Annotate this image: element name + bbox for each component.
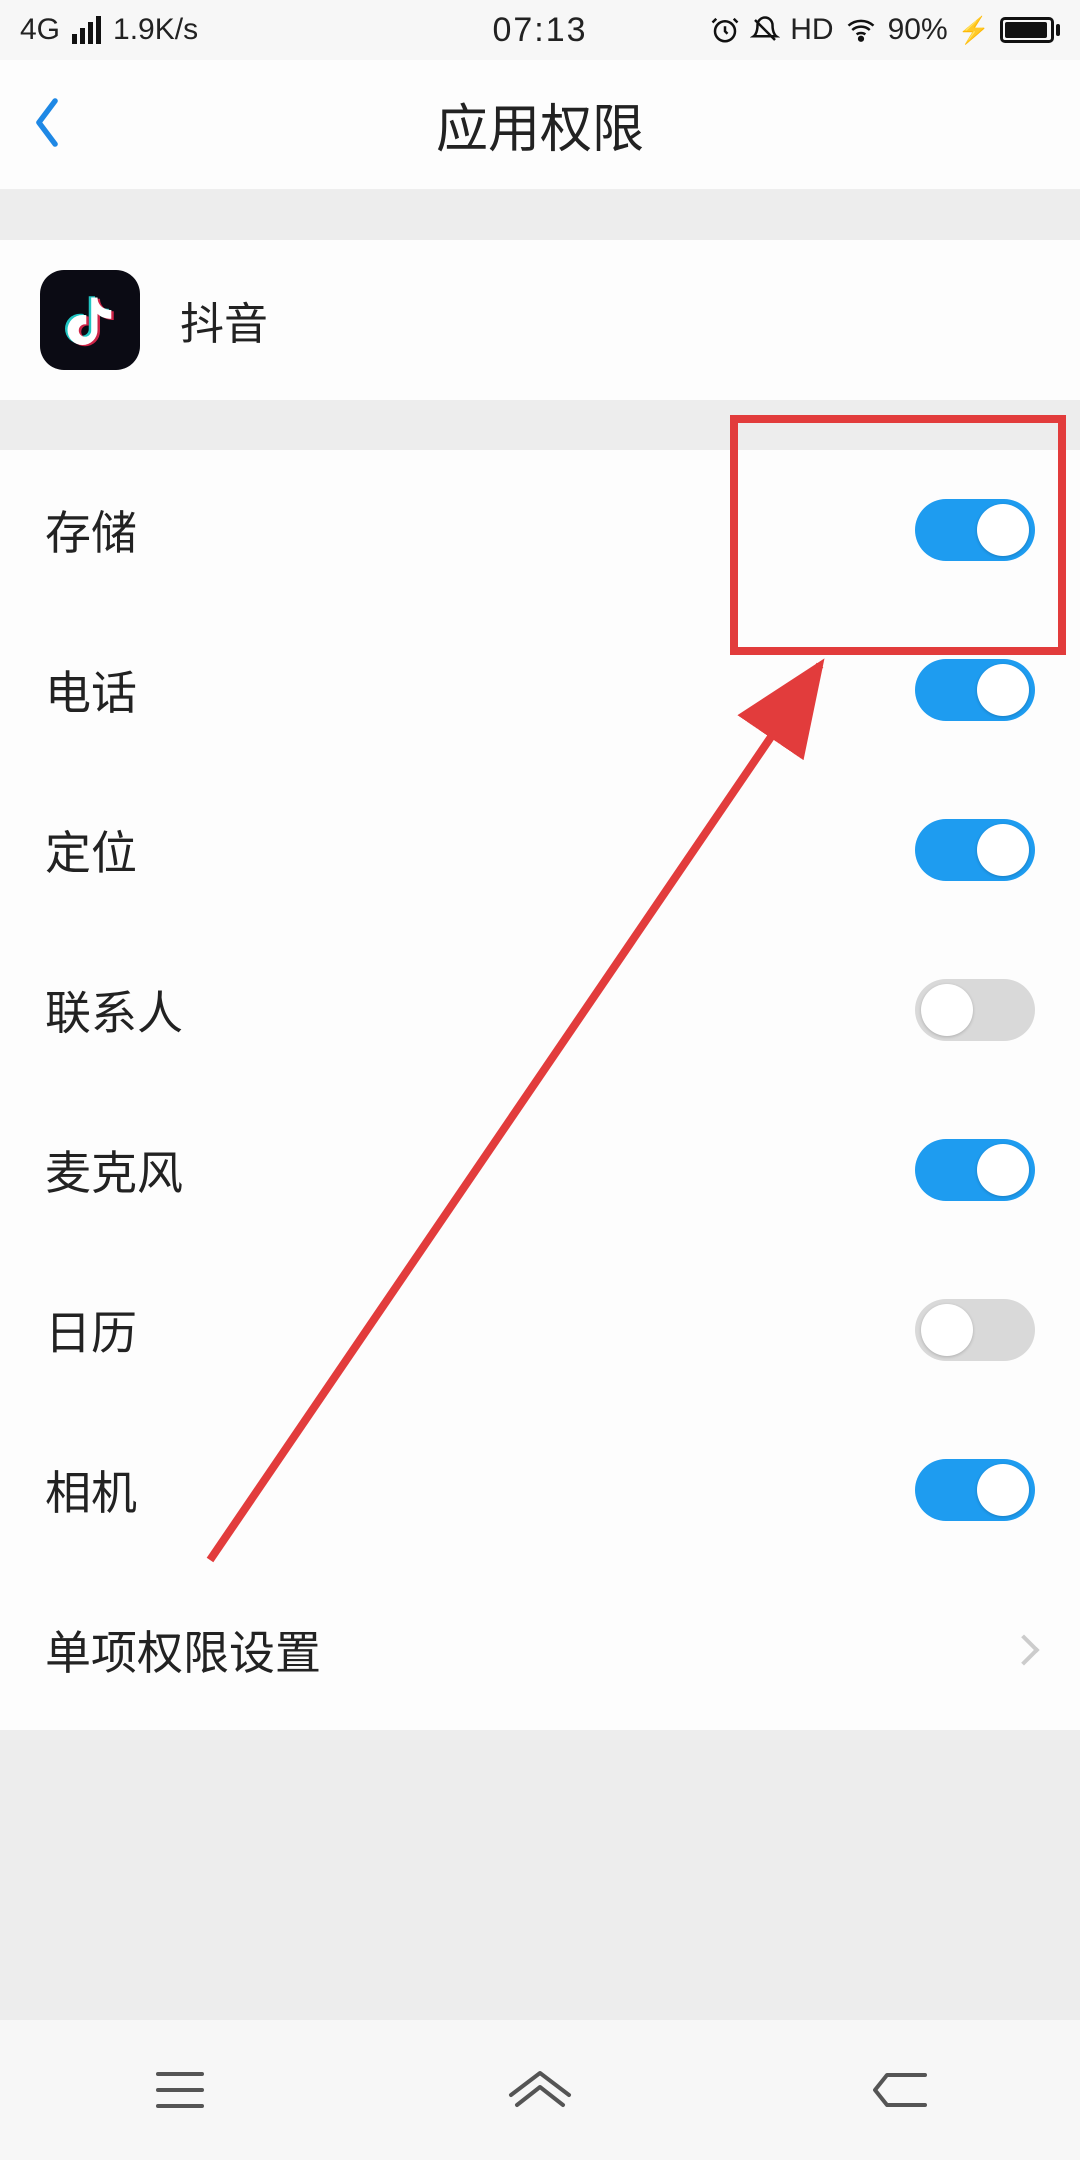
- section-gap: [0, 400, 1080, 450]
- permission-row-location: 定位: [0, 770, 1080, 930]
- permission-toggle-camera[interactable]: [915, 1459, 1035, 1521]
- header: 应用权限: [0, 60, 1080, 190]
- permission-label: 存储: [45, 497, 137, 563]
- nav-recents-button[interactable]: [140, 2060, 220, 2120]
- permission-label: 相机: [45, 1457, 137, 1523]
- permission-toggle-calendar[interactable]: [915, 1299, 1035, 1361]
- app-info-row: 抖音: [0, 240, 1080, 400]
- permission-row-camera: 相机: [0, 1410, 1080, 1570]
- signal-icon: [72, 16, 101, 44]
- more-settings-label: 单项权限设置: [45, 1617, 321, 1683]
- status-right: HD 90% ⚡: [710, 13, 1060, 47]
- permission-toggle-storage[interactable]: [915, 499, 1035, 561]
- permission-label: 日历: [45, 1297, 137, 1363]
- charging-icon: ⚡: [958, 15, 990, 46]
- app-name: 抖音: [180, 288, 268, 352]
- more-permission-settings[interactable]: 单项权限设置: [0, 1570, 1080, 1730]
- section-gap: [0, 190, 1080, 240]
- alarm-icon: [710, 15, 740, 45]
- permission-toggle-mic[interactable]: [915, 1139, 1035, 1201]
- permission-toggle-location[interactable]: [915, 819, 1035, 881]
- permission-row-calendar: 日历: [0, 1250, 1080, 1410]
- permission-row-contacts: 联系人: [0, 930, 1080, 1090]
- permission-label: 定位: [45, 817, 137, 883]
- permission-label: 麦克风: [45, 1137, 183, 1203]
- network-speed: 1.9K/s: [113, 13, 198, 47]
- nav-home-button[interactable]: [500, 2060, 580, 2120]
- battery-percent: 90%: [888, 13, 948, 47]
- permission-toggle-contacts[interactable]: [915, 979, 1035, 1041]
- battery-icon: [1000, 17, 1060, 43]
- permission-label: 电话: [45, 657, 137, 723]
- system-nav-bar: [0, 2020, 1080, 2160]
- permission-list: 存储电话定位联系人麦克风日历相机单项权限设置: [0, 450, 1080, 1730]
- nav-back-button[interactable]: [860, 2060, 940, 2120]
- status-bar: 4G 1.9K/s 07:13 HD 90% ⚡: [0, 0, 1080, 60]
- dnd-icon: [750, 15, 780, 45]
- wifi-icon: [844, 15, 878, 45]
- permission-label: 联系人: [45, 977, 183, 1043]
- back-button[interactable]: [30, 95, 64, 154]
- network-type: 4G: [20, 13, 60, 47]
- hd-indicator: HD: [790, 13, 833, 47]
- app-icon-douyin: [40, 270, 140, 370]
- permission-row-storage: 存储: [0, 450, 1080, 610]
- permission-row-phone: 电话: [0, 610, 1080, 770]
- page-title: 应用权限: [436, 87, 644, 162]
- chevron-right-icon: [1008, 1634, 1039, 1665]
- permission-toggle-phone[interactable]: [915, 659, 1035, 721]
- permission-row-mic: 麦克风: [0, 1090, 1080, 1250]
- status-time: 07:13: [492, 11, 587, 50]
- status-left: 4G 1.9K/s: [20, 13, 198, 47]
